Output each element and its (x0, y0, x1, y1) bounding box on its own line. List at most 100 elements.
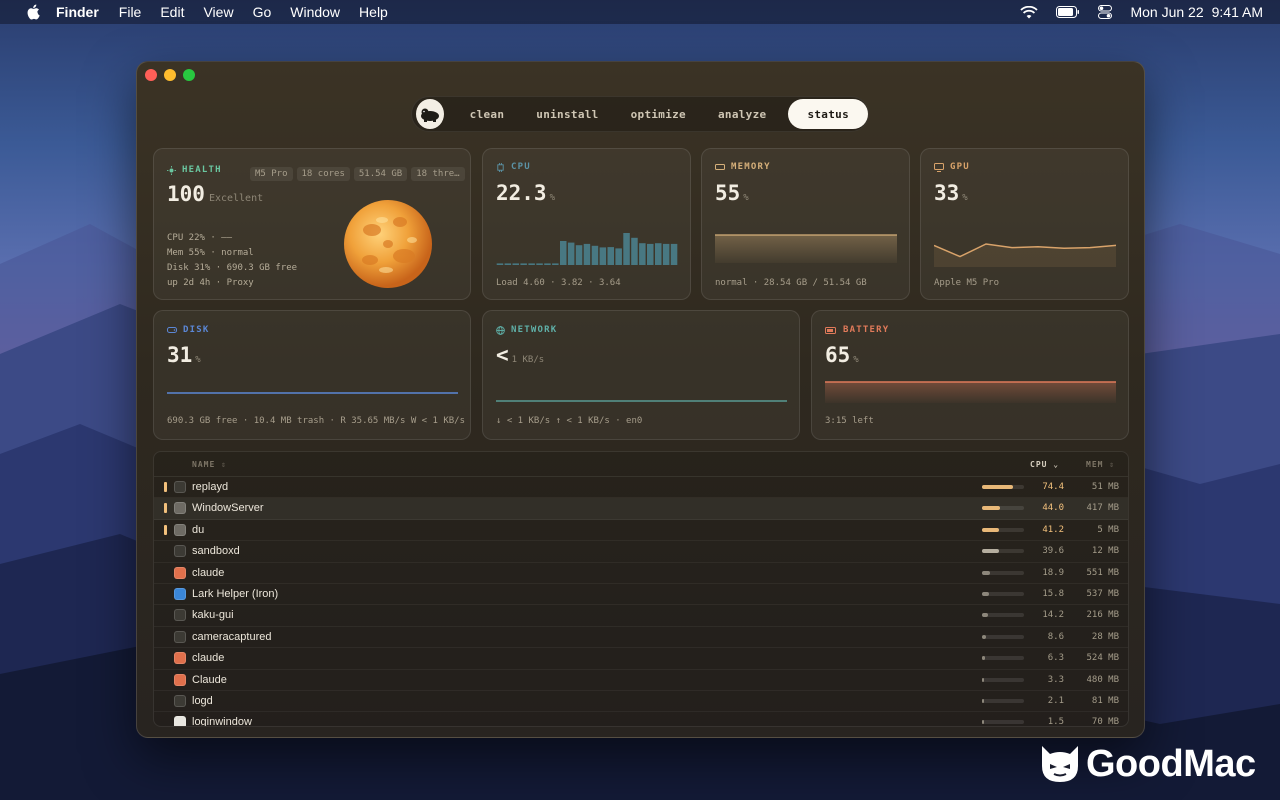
menu-file[interactable]: File (119, 4, 142, 20)
cpu-card: CPU 22.3% Load 4.60 · 3.82 · 3.64 (482, 148, 691, 300)
process-name: Lark Helper (Iron) (192, 588, 279, 600)
col-mem-header[interactable]: MEM ⇕ (1086, 460, 1115, 469)
process-cpu: 8.6 (1047, 631, 1064, 642)
table-row[interactable]: claude 6.3 524 MB (154, 648, 1128, 670)
control-center-icon[interactable] (1098, 5, 1113, 19)
tab-analyze[interactable]: analyze (702, 99, 782, 129)
cpu-usage-bar (982, 634, 1024, 639)
process-mem: 70 MB (1091, 717, 1119, 727)
menu-bar: Finder File Edit View Go Window Help Mon… (0, 0, 1280, 24)
tab-clean[interactable]: clean (454, 99, 521, 129)
battery-small-icon (825, 326, 836, 334)
gpu-card: GPU 33% Apple M5 Pro (920, 148, 1129, 300)
disk-card: DISK 31% 690.3 GB free · 10.4 MB trash ·… (153, 310, 471, 440)
cpu-bar (583, 243, 591, 265)
network-details: ↓ < 1 KB/s ↑ < 1 KB/s · en0 (496, 416, 643, 426)
tab-uninstall[interactable]: uninstall (520, 99, 614, 129)
process-name: du (192, 523, 205, 536)
table-row[interactable]: Claude 3.3 480 MB (154, 670, 1128, 691)
goodmac-logo-icon (1042, 746, 1078, 782)
disk-details: 690.3 GB free · 10.4 MB trash · R 35.65 … (167, 416, 466, 426)
network-card: NETWORK <1 KB/s ↓ < 1 KB/s ↑ < 1 KB/s · … (482, 310, 800, 440)
disk-unit: % (195, 355, 201, 365)
table-row[interactable]: cameracaptured 8.6 28 MB (154, 627, 1128, 649)
menu-go[interactable]: Go (253, 4, 272, 20)
table-row[interactable]: sandboxd 39.6 12 MB (154, 541, 1128, 563)
process-cpu: 3.3 (1047, 674, 1064, 685)
process-cpu: 2.1 (1047, 696, 1064, 706)
cpu-bar (623, 233, 630, 265)
table-row[interactable]: loginwindow 1.5 70 MB (154, 712, 1128, 727)
col-name-header[interactable]: NAME ⇕ (192, 460, 227, 469)
table-row[interactable]: kaku-gui 14.2 216 MB (154, 605, 1128, 627)
menu-app-name[interactable]: Finder (56, 4, 99, 20)
cpu-usage-bar (982, 592, 1024, 596)
apple-logo-icon[interactable] (26, 4, 40, 20)
menu-view[interactable]: View (203, 4, 233, 20)
wifi-icon[interactable] (1020, 5, 1039, 19)
sun-icon (167, 165, 176, 175)
monitor-icon (934, 162, 944, 172)
health-line-disk: Disk 31% · 690.3 GB free (167, 263, 298, 273)
process-table: NAME ⇕ CPU ⌄ MEM ⇕ replayd 74.4 51 MB Windo… (153, 451, 1129, 727)
table-row[interactable]: replayd 74.4 51 MB (154, 477, 1128, 499)
table-row[interactable]: WindowServer 44.0 417 MB (154, 498, 1128, 520)
memory-title: MEMORY (715, 162, 771, 172)
process-name: claude (192, 566, 225, 579)
disk-title: DISK (167, 325, 209, 335)
cpu-usage-fill (982, 613, 988, 618)
health-line-uptime: up 2d 4h · Proxy (167, 278, 254, 288)
cpu-usage-fill (982, 592, 989, 596)
table-row[interactable]: Lark Helper (Iron) 15.8 537 MB (154, 584, 1128, 606)
cpu-bar (670, 243, 678, 265)
table-row[interactable]: du 41.2 5 MB (154, 520, 1128, 542)
cpu-bar (528, 263, 535, 265)
menu-edit[interactable]: Edit (160, 4, 184, 20)
battery-icon[interactable] (1056, 6, 1080, 18)
zoom-button[interactable] (183, 69, 195, 81)
col-cpu-header[interactable]: CPU ⌄ (1030, 460, 1059, 469)
claude-icon (174, 652, 186, 665)
network-value: < (496, 343, 509, 367)
tab-status[interactable]: status (788, 99, 868, 129)
health-details: CPU 22% · —— Mem 55% · normal Disk 31% ·… (167, 231, 297, 291)
table-row[interactable]: logd 2.1 81 MB (154, 691, 1128, 713)
network-line-chart (496, 400, 787, 402)
cpu-usage-fill (982, 506, 1001, 511)
menu-window[interactable]: Window (290, 4, 340, 20)
cpu-bar (575, 245, 583, 265)
cpu-bar (591, 245, 599, 265)
close-button[interactable] (145, 69, 157, 81)
menu-help[interactable]: Help (359, 4, 388, 20)
process-name: loginwindow (192, 716, 252, 727)
health-line-cpu: CPU 22% · —— (167, 233, 233, 243)
menu-time[interactable]: 9:41 AM (1212, 4, 1263, 20)
process-name: Claude (192, 673, 227, 686)
cpu-usage-bar (982, 549, 1024, 554)
process-mem: 28 MB (1091, 631, 1119, 642)
gpu-unit: % (962, 193, 968, 203)
tab-optimize[interactable]: optimize (615, 99, 702, 129)
gear-icon (174, 523, 186, 536)
process-name: WindowServer (192, 502, 264, 515)
cpu-bar (599, 247, 607, 265)
gpu-title: GPU (934, 162, 970, 172)
memory-unit: % (743, 193, 749, 203)
cpu-title-text: CPU (511, 162, 531, 172)
cpu-usage-bar (982, 570, 1024, 575)
table-row[interactable]: claude 18.9 551 MB (154, 563, 1128, 584)
process-cpu: 44.0 (1042, 503, 1064, 514)
goodmac-watermark: GoodMac (1038, 740, 1256, 788)
memory-title-text: MEMORY (731, 162, 771, 172)
cpu-bar (512, 263, 519, 265)
minimize-button[interactable] (164, 69, 176, 81)
gpu-model: Apple M5 Pro (934, 278, 1000, 288)
terminal-icon (174, 609, 186, 622)
mole-logo-icon (416, 99, 444, 129)
cpu-usage-bar (982, 485, 1024, 489)
health-card: HEALTH M5 Pro 18 cores 51.54 GB 18 thre… 10… (153, 148, 471, 300)
cpu-usage-fill (982, 677, 984, 682)
window-icon (174, 716, 186, 726)
menu-date[interactable]: Mon Jun 22 (1130, 4, 1203, 20)
cpu-title: CPU (496, 162, 531, 172)
